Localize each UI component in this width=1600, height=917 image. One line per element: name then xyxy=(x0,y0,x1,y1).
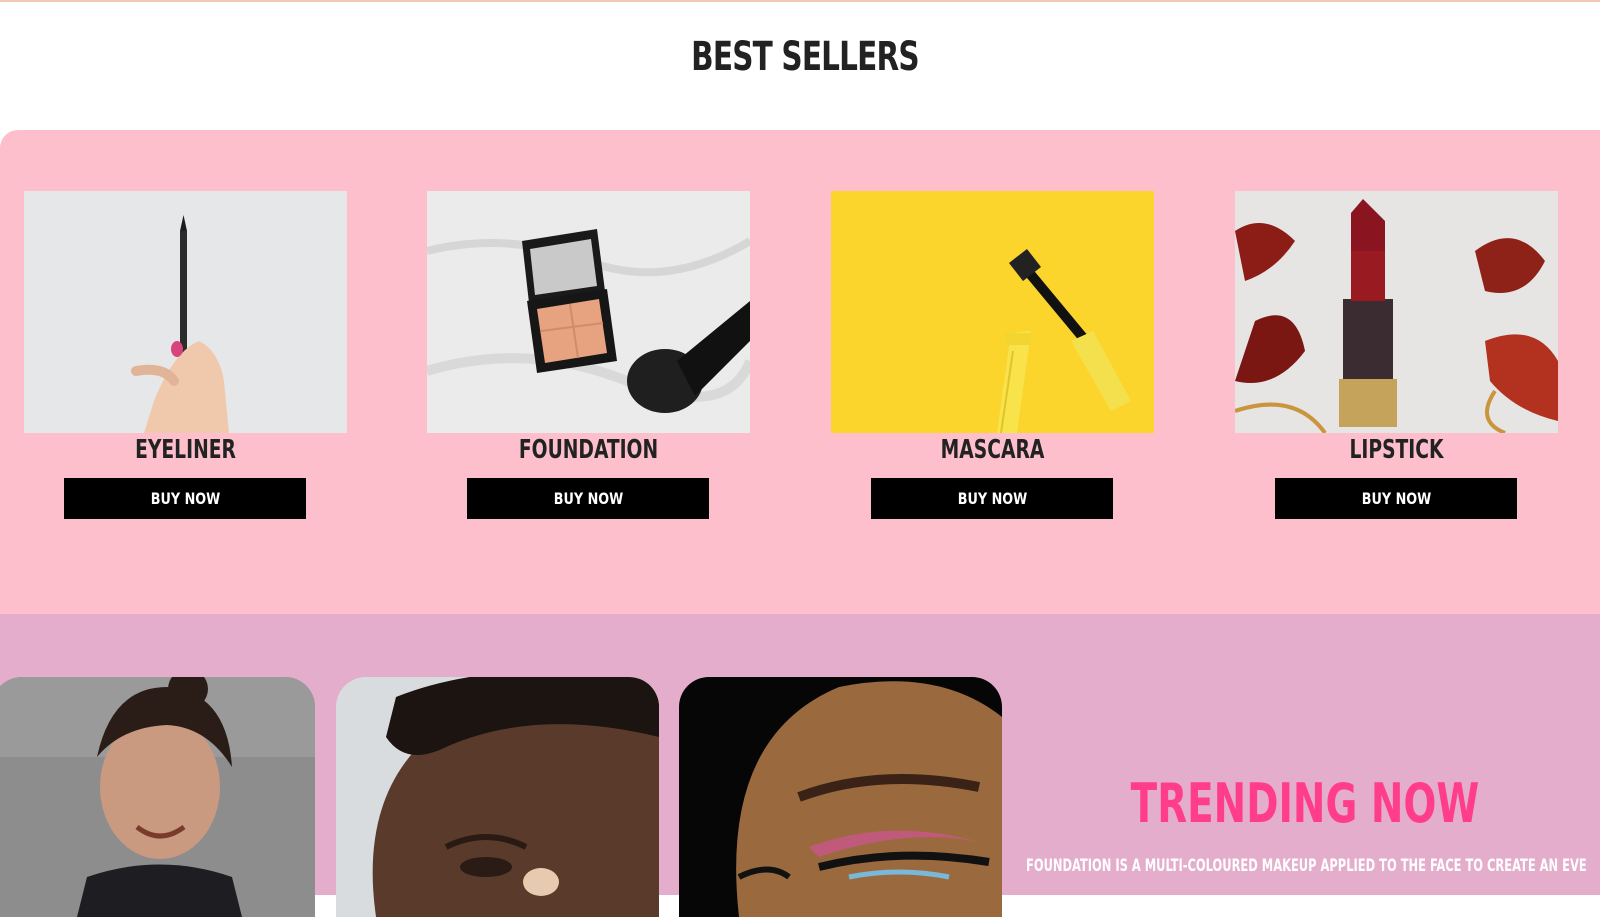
foundation-image[interactable] xyxy=(427,191,750,433)
trending-description: FOUNDATION IS A MULTI-COLOURED MAKEUP AP… xyxy=(1026,856,1587,876)
product-card-lipstick: LIPSTICK BUY NOW xyxy=(1235,191,1558,521)
product-card-foundation: FOUNDATION BUY NOW xyxy=(427,191,750,521)
eyeliner-image[interactable] xyxy=(24,191,347,433)
trending-image-concealer[interactable] xyxy=(336,677,659,917)
top-divider xyxy=(0,0,1600,2)
product-name: EYELINER xyxy=(135,435,236,465)
trending-image-smiling-woman[interactable] xyxy=(0,677,315,917)
lipstick-image[interactable] xyxy=(1235,191,1558,433)
buy-now-button[interactable]: BUY NOW xyxy=(467,478,709,519)
buy-now-button[interactable]: BUY NOW xyxy=(1275,478,1517,519)
best-sellers-title: BEST SELLERS xyxy=(691,34,919,80)
product-name: FOUNDATION xyxy=(518,435,659,465)
buy-now-button[interactable]: BUY NOW xyxy=(871,478,1113,519)
product-card-mascara: MASCARA BUY NOW xyxy=(831,191,1154,521)
product-card-eyeliner: EYELINER BUY NOW xyxy=(24,191,347,521)
trending-image-eyeshadow[interactable] xyxy=(679,677,1002,917)
buy-now-button[interactable]: BUY NOW xyxy=(64,478,306,519)
trending-description-container: FOUNDATION IS A MULTI-COLOURED MAKEUP AP… xyxy=(1026,850,1600,886)
product-name: MASCARA xyxy=(940,435,1045,465)
mascara-image[interactable] xyxy=(831,191,1154,433)
trending-title: TRENDING NOW xyxy=(1130,772,1480,835)
product-name: LIPSTICK xyxy=(1349,435,1444,465)
